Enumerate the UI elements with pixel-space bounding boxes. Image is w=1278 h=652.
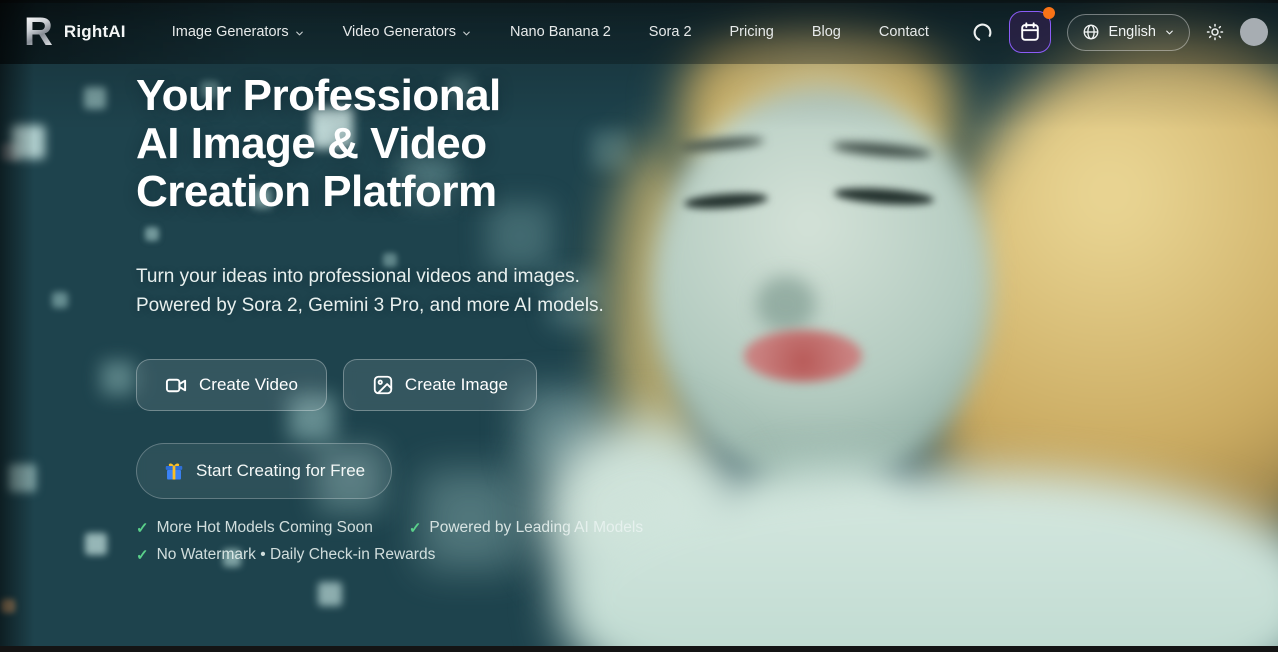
create-video-button[interactable]: Create Video xyxy=(136,359,327,411)
primary-navigation: Image Generators Video Generators Nano B… xyxy=(172,24,929,40)
title-line: AI Image & Video xyxy=(136,120,501,168)
button-label: Create Video xyxy=(199,375,298,395)
nav-item-blog[interactable]: Blog xyxy=(812,24,841,40)
page: R RightAI Image Generators Video Generat… xyxy=(0,0,1278,652)
language-selector[interactable]: English xyxy=(1067,14,1190,51)
title-line: Creation Platform xyxy=(136,168,501,216)
button-label: Create Image xyxy=(405,375,508,395)
cta-button-row: Create Video Create Image xyxy=(136,359,537,411)
r-logo-icon: R xyxy=(24,12,53,52)
feature-label: No Watermark • Daily Check-in Rewards xyxy=(157,546,436,564)
feature-item: ✓ Powered by Leading AI Models xyxy=(409,519,643,537)
title-line: Your Professional xyxy=(136,72,501,120)
create-image-button[interactable]: Create Image xyxy=(343,359,537,411)
user-avatar[interactable] xyxy=(1240,18,1268,46)
start-creating-free-button[interactable]: Start Creating for Free xyxy=(136,443,392,499)
nav-item-label: Sora 2 xyxy=(649,24,692,40)
brand-name: RightAI xyxy=(64,22,126,42)
daily-checkin-button[interactable] xyxy=(1009,11,1051,53)
nav-item-label: Blog xyxy=(812,24,841,40)
hero-subtitle: Turn your ideas into professional videos… xyxy=(136,262,604,320)
check-icon: ✓ xyxy=(136,546,149,564)
brand[interactable]: R RightAI xyxy=(24,12,126,52)
feature-list: ✓ More Hot Models Coming Soon ✓ Powered … xyxy=(136,519,736,573)
nav-item-nano-banana-2[interactable]: Nano Banana 2 xyxy=(510,24,611,40)
navbar-actions: English xyxy=(972,11,1268,53)
subtitle-line: Turn your ideas into professional videos… xyxy=(136,262,604,291)
check-icon: ✓ xyxy=(409,519,422,537)
language-label: English xyxy=(1108,24,1156,40)
feature-item: ✓ More Hot Models Coming Soon xyxy=(136,519,373,537)
subtitle-line: Powered by Sora 2, Gemini 3 Pro, and mor… xyxy=(136,291,604,320)
feature-row: ✓ No Watermark • Daily Check-in Rewards xyxy=(136,546,736,564)
theme-toggle-sun-icon[interactable] xyxy=(1206,23,1224,41)
feature-row: ✓ More Hot Models Coming Soon ✓ Powered … xyxy=(136,519,736,537)
globe-icon xyxy=(1082,23,1100,41)
nav-item-image-generators[interactable]: Image Generators xyxy=(172,24,305,40)
spinner-arc-icon xyxy=(972,22,993,43)
nav-item-pricing[interactable]: Pricing xyxy=(730,24,774,40)
feature-label: More Hot Models Coming Soon xyxy=(157,519,373,537)
check-icon: ✓ xyxy=(136,519,149,537)
page-title: Your Professional AI Image & Video Creat… xyxy=(136,72,501,216)
button-label: Start Creating for Free xyxy=(196,461,365,481)
feature-label: Powered by Leading AI Models xyxy=(429,519,643,537)
nav-item-label: Nano Banana 2 xyxy=(510,24,611,40)
nav-item-label: Contact xyxy=(879,24,929,40)
bottom-edge-strip xyxy=(0,646,1278,652)
calendar-icon xyxy=(1019,21,1041,43)
nav-item-contact[interactable]: Contact xyxy=(879,24,929,40)
nav-item-video-generators[interactable]: Video Generators xyxy=(343,24,472,40)
feature-item: ✓ No Watermark • Daily Check-in Rewards xyxy=(136,546,435,564)
top-navbar: R RightAI Image Generators Video Generat… xyxy=(0,0,1278,64)
nav-item-label: Image Generators xyxy=(172,24,289,40)
nav-item-sora-2[interactable]: Sora 2 xyxy=(649,24,692,40)
chevron-down-icon xyxy=(294,28,305,39)
nav-item-label: Video Generators xyxy=(343,24,456,40)
chevron-down-icon xyxy=(461,28,472,39)
video-camera-icon xyxy=(165,374,188,397)
chevron-down-icon xyxy=(1164,27,1175,38)
nav-item-label: Pricing xyxy=(730,24,774,40)
notification-dot xyxy=(1043,7,1055,19)
image-icon xyxy=(372,374,394,396)
gift-icon xyxy=(163,460,185,482)
